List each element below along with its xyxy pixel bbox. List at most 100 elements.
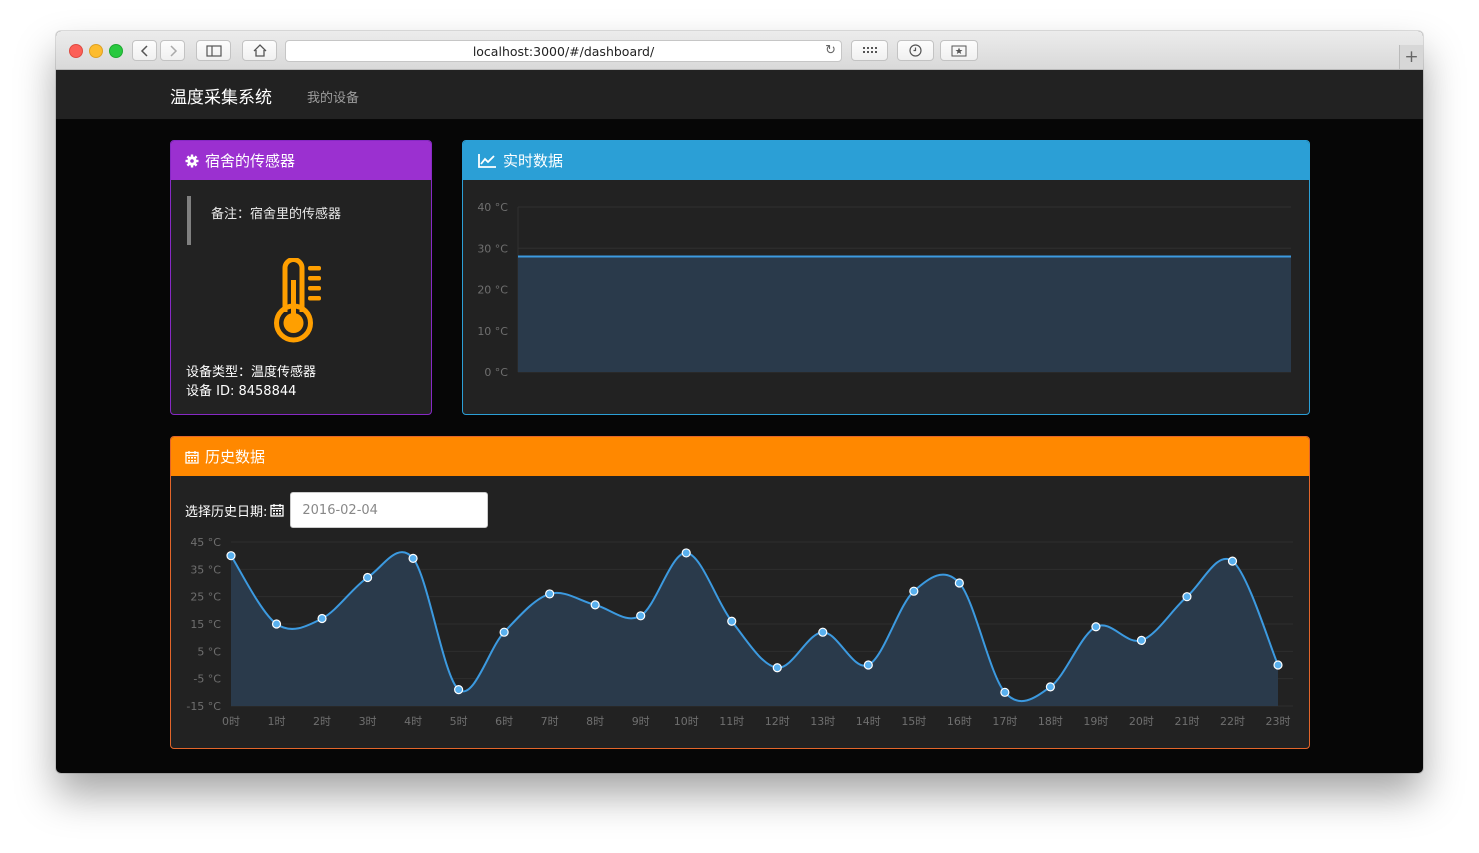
x-tick-label: 19时 xyxy=(1083,715,1108,728)
data-point xyxy=(317,613,327,624)
data-point xyxy=(1182,592,1192,602)
reload-icon[interactable]: ↻ xyxy=(825,43,836,58)
realtime-panel-title: 实时数据 xyxy=(503,152,564,170)
star-icon xyxy=(951,45,967,56)
x-tick-label: 17时 xyxy=(992,715,1017,728)
line-chart-icon xyxy=(478,153,496,168)
data-point xyxy=(408,553,418,563)
x-tick-label: 7时 xyxy=(541,715,559,728)
x-tick-label: 8时 xyxy=(586,715,604,728)
x-tick-label: 2时 xyxy=(313,715,331,728)
y-tick-label: -5 °C xyxy=(193,673,221,686)
history-panel: 历史数据 选择历史日期: 2016-02-04 45 °C 35 °C 25 °C 1… xyxy=(170,436,1310,749)
chevron-right-icon xyxy=(169,44,177,57)
chevron-left-icon xyxy=(140,44,148,57)
data-point xyxy=(226,551,236,561)
home-button[interactable] xyxy=(242,40,277,61)
grid-icon xyxy=(862,46,877,53)
plus-icon: + xyxy=(1404,47,1419,67)
x-tick-label: 1时 xyxy=(268,715,286,728)
sidebar-icon xyxy=(205,44,222,57)
y-tick-label: 45 °C xyxy=(190,536,221,549)
zoom-window-button[interactable] xyxy=(109,44,123,58)
sidebar-toggle-button[interactable] xyxy=(196,40,231,61)
y-tick-label: 20 °C xyxy=(477,284,508,297)
home-icon xyxy=(253,44,266,57)
browser-window: localhost:3000/#/dashboard/ ↻ + 温度采集系统 我… xyxy=(56,31,1423,773)
x-tick-label: 16时 xyxy=(947,715,972,728)
realtime-panel-heading: 实时数据 xyxy=(463,141,1309,180)
history-button[interactable] xyxy=(897,40,934,61)
data-point xyxy=(1045,682,1055,692)
forward-button[interactable] xyxy=(160,40,185,61)
address-bar[interactable]: localhost:3000/#/dashboard/ ↻ xyxy=(285,40,842,62)
x-tick-label: 15时 xyxy=(901,715,926,728)
x-tick-label: 9时 xyxy=(632,715,650,728)
y-tick-label: 25 °C xyxy=(190,591,221,604)
history-date-input[interactable]: 2016-02-04 xyxy=(290,492,489,528)
data-point xyxy=(636,611,646,621)
close-window-button[interactable] xyxy=(69,44,83,58)
x-tick-label: 22时 xyxy=(1220,715,1245,728)
url-text: localhost:3000/#/dashboard/ xyxy=(472,43,655,59)
y-tick-label: 40 °C xyxy=(477,201,508,214)
x-tick-label: 0时 xyxy=(222,715,240,728)
calendar-icon xyxy=(185,450,199,464)
data-point xyxy=(1273,660,1283,670)
brand-title[interactable]: 温度采集系统 xyxy=(170,83,272,108)
date-label: 选择历史日期: xyxy=(185,504,268,520)
y-tick-label: 10 °C xyxy=(477,325,508,338)
history-panel-heading: 历史数据 xyxy=(171,437,1309,476)
y-tick-label: 15 °C xyxy=(190,618,221,631)
data-point xyxy=(772,663,782,673)
x-tick-label: 10时 xyxy=(674,715,699,728)
y-tick-label: 35 °C xyxy=(190,563,221,576)
data-point xyxy=(362,572,373,583)
sensor-panel: 宿舍的传感器 备注：宿舍里的传感器 设备类型：温度传感器 设备 ID: 8458… xyxy=(170,140,432,415)
data-point xyxy=(1227,556,1238,566)
data-point xyxy=(727,616,737,626)
data-point xyxy=(681,548,691,558)
calendar-small-icon[interactable] xyxy=(270,503,285,517)
x-tick-label: 20时 xyxy=(1129,715,1154,728)
data-point xyxy=(909,586,919,596)
top-sites-button[interactable] xyxy=(851,40,888,61)
x-tick-label: 18时 xyxy=(1038,715,1063,728)
x-tick-label: 23时 xyxy=(1266,715,1291,728)
x-tick-label: 11时 xyxy=(719,715,744,728)
y-tick-label: 0 °C xyxy=(484,366,508,379)
device-type: 设备类型：温度传感器 xyxy=(186,365,317,380)
nav-link-my-devices[interactable]: 我的设备 xyxy=(307,87,359,106)
y-tick-label: -15 °C xyxy=(186,700,221,713)
browser-titlebar: localhost:3000/#/dashboard/ ↻ + xyxy=(56,31,1423,70)
back-button[interactable] xyxy=(132,40,157,61)
realtime-area xyxy=(518,256,1291,372)
history-chart: 45 °C 35 °C 25 °C 15 °C 5 °C -5 °C -15 °C0时 1时 2… xyxy=(186,536,1293,728)
y-tick-label: 5 °C xyxy=(197,645,221,658)
x-tick-label: 3时 xyxy=(359,715,377,728)
date-picker-row: 选择历史日期: 2016-02-04 xyxy=(185,492,489,528)
data-point xyxy=(499,627,509,637)
sensor-panel-heading: 宿舍的传感器 xyxy=(171,141,431,180)
sensor-note: 备注：宿舍里的传感器 xyxy=(187,196,341,245)
top-navbar: 温度采集系统 我的设备 xyxy=(56,70,1423,120)
minimize-window-button[interactable] xyxy=(89,44,103,58)
data-point xyxy=(818,627,828,637)
new-tab-button[interactable]: + xyxy=(1399,45,1423,69)
clock-icon xyxy=(909,44,922,57)
sensor-panel-title: 宿舍的传感器 xyxy=(205,152,296,170)
history-area xyxy=(231,552,1278,706)
device-info: 设备类型：温度传感器 设备 ID: 8458844 xyxy=(186,363,316,401)
data-point xyxy=(590,600,600,610)
bookmarks-button[interactable] xyxy=(940,40,978,61)
x-tick-label: 13时 xyxy=(810,715,835,728)
data-point xyxy=(545,589,555,599)
x-tick-label: 12时 xyxy=(765,715,790,728)
realtime-chart: 40 °C 30 °C 20 °C 10 °C 0 °C xyxy=(477,201,1291,379)
data-point xyxy=(1000,687,1010,697)
x-tick-label: 5时 xyxy=(450,715,468,728)
realtime-panel: 实时数据 40 °C 30 °C 20 °C 10 °C 0 °C xyxy=(462,140,1310,415)
data-point xyxy=(1136,635,1147,646)
history-panel-title: 历史数据 xyxy=(205,448,266,466)
data-point xyxy=(1091,622,1101,632)
